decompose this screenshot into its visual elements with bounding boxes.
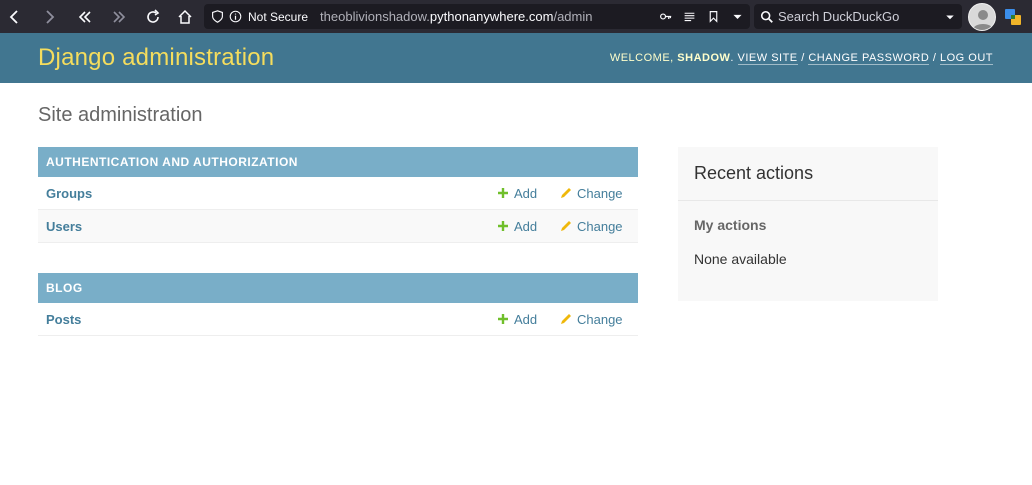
- extension-icon: [1005, 9, 1021, 25]
- add-users-link[interactable]: Add: [498, 219, 560, 234]
- add-groups-link[interactable]: Add: [498, 186, 560, 201]
- view-site-link[interactable]: VIEW SITE: [737, 52, 798, 65]
- chevron-right-icon: [46, 9, 55, 24]
- welcome-text: WELCOME,: [609, 52, 674, 64]
- fast-forward-button[interactable]: [104, 2, 134, 32]
- shield-icon[interactable]: [210, 10, 224, 24]
- url-domain: pythonanywhere.com: [429, 9, 554, 24]
- model-link-groups[interactable]: Groups: [46, 186, 498, 201]
- add-label: Add: [514, 218, 538, 234]
- user-icon: [973, 10, 993, 30]
- change-password-link[interactable]: CHANGE PASSWORD: [808, 52, 930, 65]
- search-bar[interactable]: [754, 4, 962, 29]
- user-tools: WELCOME, SHADOW. VIEW SITE / CHANGE PASS…: [609, 52, 993, 65]
- recent-actions-title: Recent actions: [678, 147, 938, 201]
- reader-view-icon[interactable]: [682, 10, 696, 24]
- info-icon[interactable]: [228, 10, 242, 24]
- change-posts-link[interactable]: Change: [560, 312, 630, 327]
- change-label: Change: [577, 218, 623, 234]
- change-groups-link[interactable]: Change: [560, 186, 630, 201]
- account-avatar[interactable]: [968, 3, 996, 31]
- log-out-link[interactable]: LOG OUT: [939, 52, 993, 65]
- url-bar[interactable]: Not Secure theoblivionshadow.pythonanywh…: [204, 4, 750, 29]
- module-caption[interactable]: AUTHENTICATION AND AUTHORIZATION: [38, 147, 638, 177]
- site-branding[interactable]: Django administration: [38, 44, 274, 72]
- content: Site administration AUTHENTICATION AND A…: [38, 83, 998, 366]
- double-chevron-left-icon: [78, 10, 91, 23]
- recent-actions-panel: Recent actions My actions None available: [678, 147, 938, 301]
- search-icon: [760, 10, 774, 24]
- reload-button[interactable]: [138, 2, 168, 32]
- model-row-posts: Posts Add Change: [38, 303, 638, 336]
- url-prefix: theoblivionshadow.: [320, 9, 430, 24]
- extension-button[interactable]: [1004, 8, 1022, 26]
- key-icon[interactable]: [658, 10, 672, 24]
- model-row-groups: Groups Add Change: [38, 177, 638, 210]
- model-row-users: Users Add Change: [38, 210, 638, 243]
- change-label: Change: [577, 311, 623, 327]
- model-link-posts[interactable]: Posts: [46, 312, 498, 327]
- rewind-button[interactable]: [70, 2, 100, 32]
- site-header: Django administration WELCOME, SHADOW. V…: [0, 33, 1032, 83]
- back-button[interactable]: [0, 2, 30, 32]
- plus-icon: [498, 221, 508, 231]
- forward-button[interactable]: [34, 2, 64, 32]
- add-posts-link[interactable]: Add: [498, 312, 560, 327]
- module-caption[interactable]: BLOG: [38, 273, 638, 303]
- search-input[interactable]: [778, 9, 938, 24]
- no-actions-text: None available: [694, 251, 787, 267]
- pencil-icon: [561, 314, 571, 324]
- home-icon: [178, 9, 192, 24]
- add-label: Add: [514, 185, 538, 201]
- reload-icon: [147, 8, 160, 23]
- home-button[interactable]: [170, 2, 200, 32]
- change-users-link[interactable]: Change: [560, 219, 630, 234]
- change-label: Change: [577, 185, 623, 201]
- pencil-icon: [561, 188, 571, 198]
- plus-icon: [498, 188, 508, 198]
- url-path: /admin: [553, 9, 593, 24]
- plus-icon: [498, 314, 508, 324]
- url-actions: [658, 4, 744, 29]
- page-title: Site administration: [38, 104, 203, 126]
- app-module-auth: AUTHENTICATION AND AUTHORIZATION Groups …: [38, 147, 638, 243]
- url-text: theoblivionshadow.pythonanywhere.com/adm…: [320, 9, 592, 24]
- browser-toolbar: Not Secure theoblivionshadow.pythonanywh…: [0, 0, 1032, 33]
- chevron-left-icon: [9, 9, 18, 24]
- pencil-icon: [561, 221, 571, 231]
- username: SHADOW: [677, 52, 731, 64]
- double-chevron-right-icon: [113, 10, 126, 23]
- app-module-blog: BLOG Posts Add Change: [38, 273, 638, 336]
- my-actions-heading: My actions: [694, 217, 767, 233]
- search-engine-dropdown-icon[interactable]: [944, 10, 956, 22]
- chevron-down-icon[interactable]: [730, 10, 744, 24]
- add-label: Add: [514, 311, 538, 327]
- model-link-users[interactable]: Users: [46, 219, 498, 234]
- bookmark-icon[interactable]: [706, 10, 720, 24]
- security-status: Not Secure: [248, 9, 309, 24]
